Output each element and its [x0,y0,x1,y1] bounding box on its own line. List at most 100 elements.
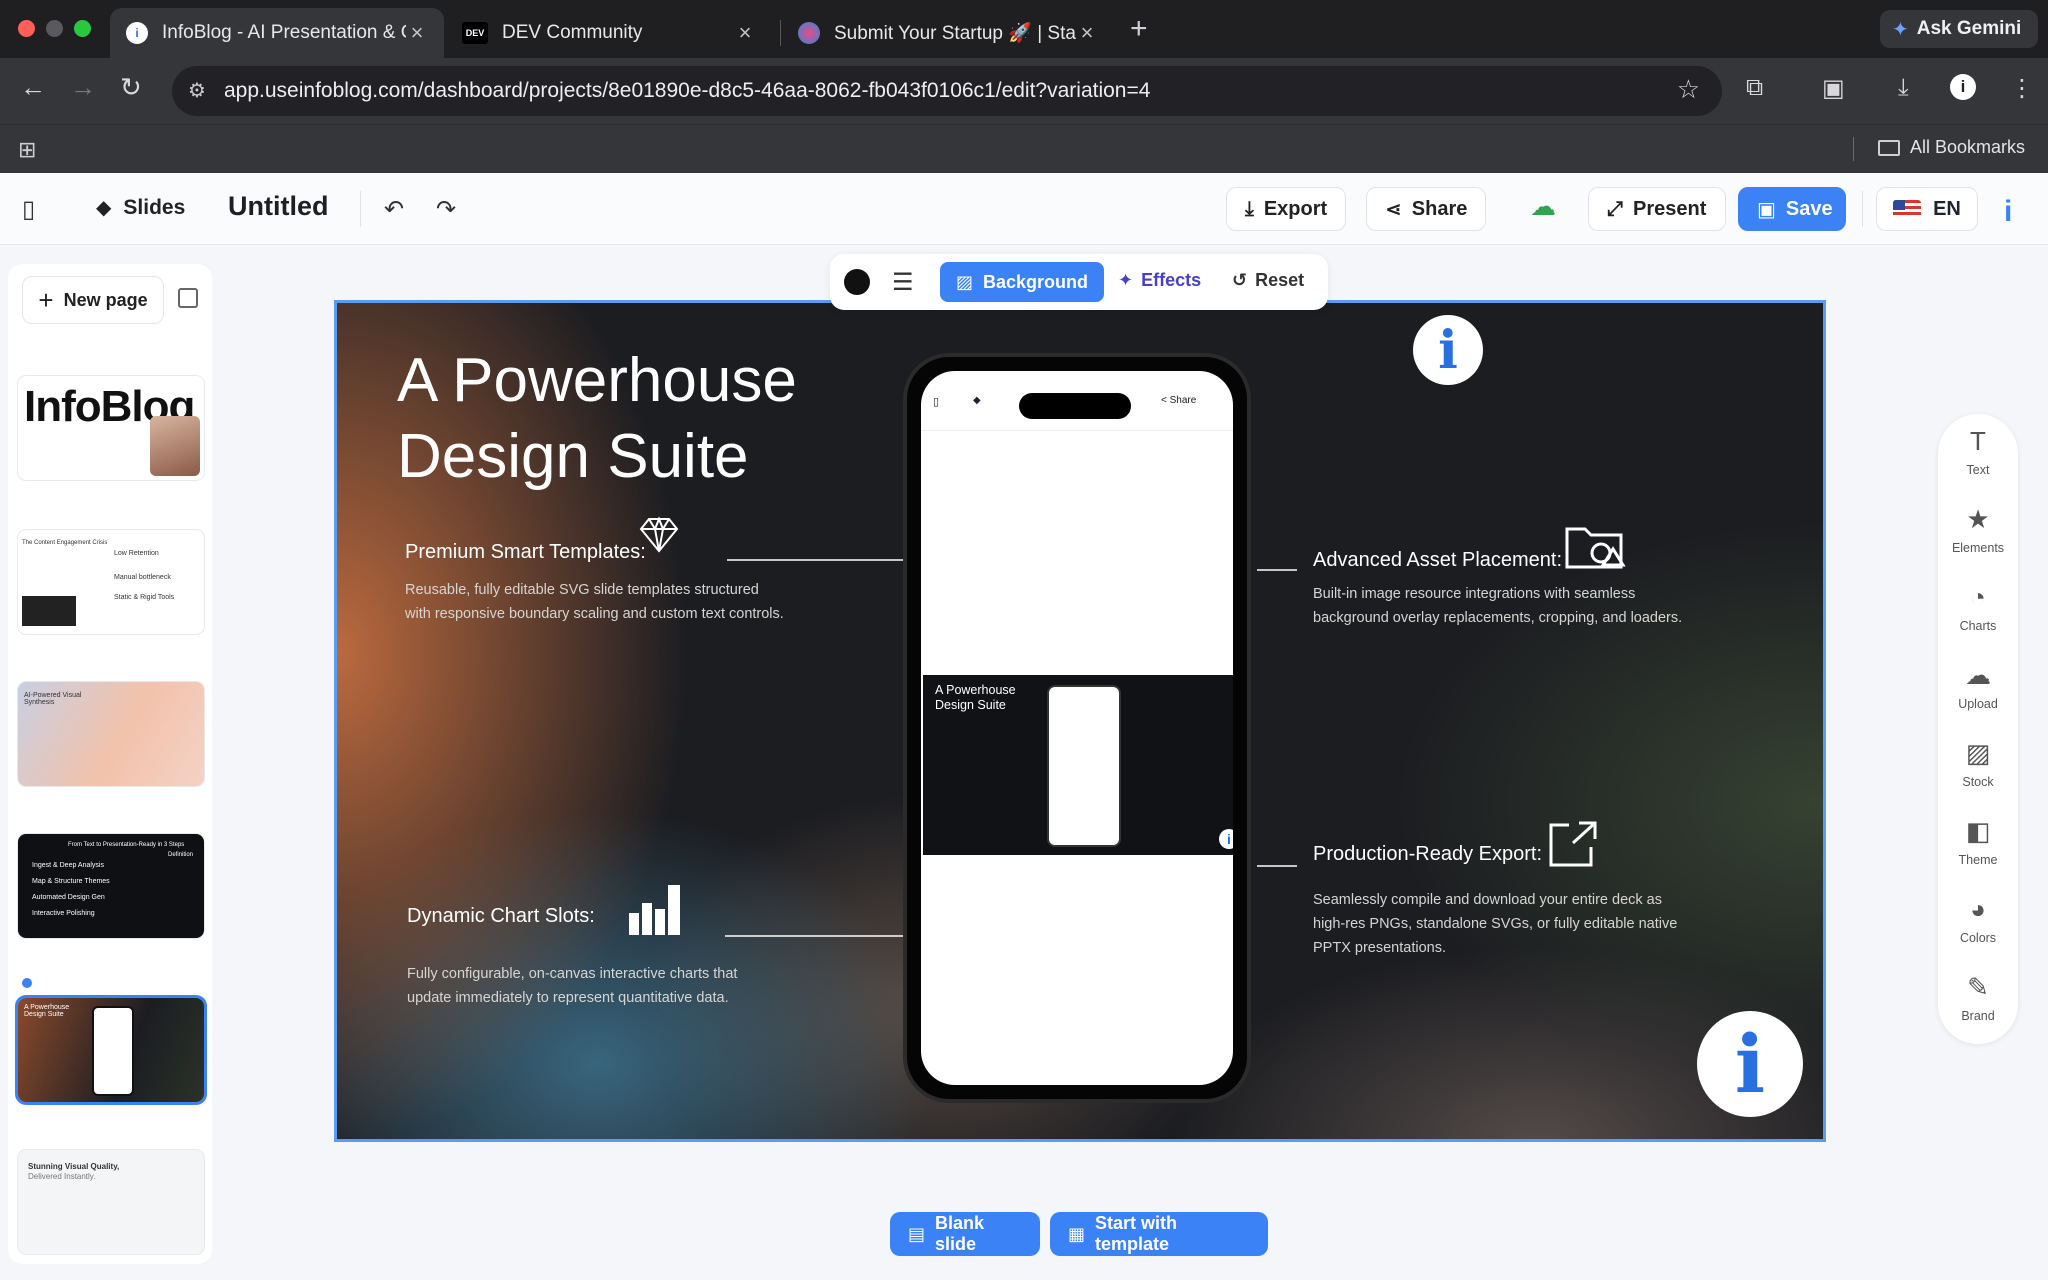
minimize-window-button[interactable] [46,20,63,37]
feature-charts[interactable]: Dynamic Chart Slots: Fully configurable,… [407,905,827,1010]
download-icon[interactable]: ⤓ [1898,74,1909,102]
more-menu-icon[interactable]: ⋮ [2010,74,2034,103]
tool-brand[interactable]: ✎ Brand [1938,972,2018,1023]
page-thumbnail-3[interactable]: AI-Powered Visual Synthesis [18,682,204,786]
close-tab-icon[interactable]: × [734,20,756,46]
export-label: Export [1263,197,1328,220]
background-label: Background [983,271,1089,292]
tab-infoblog[interactable]: i InfoBlog - AI Presentation & C × [110,8,444,58]
sidebar-toggle-icon: ▯ [933,396,940,408]
new-tab-button[interactable]: + [1130,12,1148,46]
feature-heading: Dynamic Chart Slots: [407,905,595,927]
present-button[interactable]: ⤢ Present [1588,187,1726,231]
slide-canvas[interactable]: A Powerhouse Design Suite Premium Smart … [334,300,1826,1142]
tab-submit-startup[interactable]: Submit Your Startup 🚀 | Star × [782,8,1114,58]
address-bar[interactable]: ⚙ app.useinfoblog.com/dashboard/projects… [172,66,1722,116]
save-icon: ▣ [1757,198,1776,221]
feature-description: high-res PNGs, standalone SVGs, or fully… [1313,916,1678,932]
feature-templates[interactable]: Premium Smart Templates: Reusable, fully… [405,541,825,626]
page-thumbnail-1[interactable]: InfoBlog [18,376,204,480]
slide-title[interactable]: A Powerhouse Design Suite [397,343,917,495]
ask-gemini-button[interactable]: ✦ Ask Gemini [1880,10,2038,48]
slide-toolbar: ☰ ▨ Background ✦ Effects ↺ Reset [830,254,1328,310]
tab-dev-community[interactable]: DEV DEV Community × [446,8,772,58]
tool-rail: T Text ★ Elements ◔ Charts ☁ Upload ▨ Stock ◧… [1938,414,2018,1044]
mini-title-line: Design Suite [935,698,1006,712]
blank-slide-button[interactable]: ▤ Blank slide [890,1212,1040,1256]
background-button[interactable]: ▨ Background [940,262,1105,302]
thumbnail-title: The Content Engagement Crisis [22,540,108,546]
phone-slide-preview: A Powerhouse Design Suite i [923,675,1233,855]
tool-theme[interactable]: ◧ Theme [1938,816,2018,867]
slide-title-line: Design Suite [397,422,749,491]
tool-stock[interactable]: ▨ Stock [1938,738,2018,789]
bookmark-star-icon[interactable]: ☆ [1677,74,1700,105]
phone-screen: ▯ ◆ < Share A Powerhouse Design Suite i [921,371,1233,1085]
site-settings-icon[interactable]: ⚙ [188,78,206,103]
document-title[interactable]: Untitled [228,191,329,222]
slides-button[interactable]: ◆ Slides [96,195,185,220]
page-thumbnail-5[interactable]: A Powerhouse Design Suite [18,998,204,1102]
share-icon: ⋖ [1385,198,1402,221]
page-thumbnail-6[interactable]: Stunning Visual Quality, Delivered Insta… [18,1150,204,1254]
phone-mockup[interactable]: ▯ ◆ < Share A Powerhouse Design Suite i [903,353,1251,1103]
language-label: EN [1933,197,1961,220]
share-button[interactable]: ⋖ Share [1366,187,1486,231]
gemini-label: Ask Gemini [1916,18,2022,39]
extensions-icon[interactable]: ⧉ [1746,74,1763,102]
start-with-template-button[interactable]: ▦ Start with template [1050,1212,1268,1256]
close-tab-icon[interactable]: × [1076,20,1098,46]
image-icon: ▨ [956,271,974,292]
browser-nav-bar: ← → ↻ ⚙ app.useinfoblog.com/dashboard/pr… [0,58,2048,124]
feature-assets[interactable]: Advanced Asset Placement: Built-in image… [1313,549,1733,630]
effects-button[interactable]: ✦ Effects [1118,270,1201,291]
all-bookmarks-button[interactable]: All Bookmarks [1878,137,2025,158]
thumbnail-text: Definition [168,852,194,858]
mini-logo-icon: i [1219,829,1233,849]
redo-icon[interactable]: ↷ [436,195,456,224]
language-selector[interactable]: EN [1876,187,1978,231]
text-icon: T [1970,426,1986,456]
color-swatch[interactable] [844,269,870,295]
profile-icon[interactable]: i [1950,74,1976,100]
sidebar-toggle-icon[interactable]: ▯ [22,195,35,224]
thumbnail-text: Ingest & Deep Analysis [32,862,104,869]
gemini-sparkle-icon: ✦ [1892,18,1909,41]
undo-icon[interactable]: ↶ [384,195,404,224]
infoblog-logo-top: i [1413,315,1483,385]
thumbnail-text: Automated Design Gen [32,894,105,901]
new-page-button[interactable]: + New page [22,276,164,324]
infoblog-logo-bottom: i [1697,1011,1803,1117]
back-icon[interactable]: ← [20,72,46,103]
apps-grid-icon[interactable]: ⊞ [18,137,36,163]
feature-description: PPTX presentations. [1313,940,1446,956]
thumbnail-image [22,596,76,626]
feature-export[interactable]: Production-Ready Export: Seamlessly comp… [1313,843,1733,960]
tool-elements[interactable]: ★ Elements [1938,504,2018,555]
tool-colors[interactable]: ◕ Colors [1938,894,2018,945]
export-button[interactable]: ⤓ Export [1226,187,1346,231]
tool-text[interactable]: T Text [1938,426,2018,477]
cast-icon[interactable]: ▣ [1822,74,1845,103]
line-style-icon[interactable]: ☰ [892,268,914,297]
page-thumbnail-4[interactable]: From Text to Presentation-Ready in 3 Ste… [18,834,204,938]
tab-title: InfoBlog - AI Presentation & C [162,22,406,43]
phone-dynamic-island [1019,393,1131,419]
maximize-window-button[interactable] [74,20,91,37]
close-window-button[interactable] [18,20,35,37]
cloud-sync-icon[interactable]: ☁ [1530,191,1566,227]
save-button[interactable]: ▣ Save [1738,187,1846,231]
tab-title: Submit Your Startup 🚀 | Star [834,23,1076,44]
info-icon: i [126,22,148,44]
tool-upload[interactable]: ☁ Upload [1938,660,2018,711]
close-tab-icon[interactable]: × [406,20,428,46]
tool-charts[interactable]: ◔ Charts [1938,582,2018,633]
reset-button[interactable]: ↺ Reset [1232,270,1304,291]
page-thumbnail-2[interactable]: The Content Engagement Crisis Low Retent… [18,530,204,634]
reload-icon[interactable]: ↻ [120,72,142,103]
forward-icon[interactable]: → [70,72,96,103]
layers-icon: ◆ [973,395,981,406]
url-text: app.useinfoblog.com/dashboard/projects/8… [224,79,1151,102]
collapse-panel-icon[interactable] [178,288,198,308]
pie-chart-icon: ◔ [1970,582,1986,612]
